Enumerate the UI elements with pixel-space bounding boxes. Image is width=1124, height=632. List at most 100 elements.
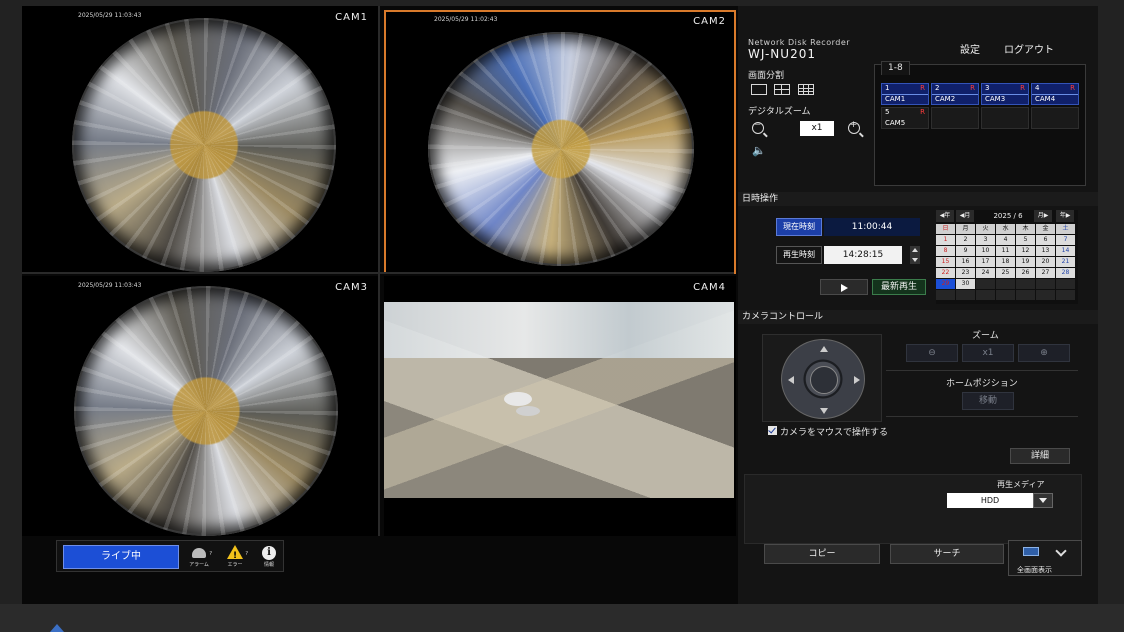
details-button[interactable]: 詳細	[1010, 448, 1070, 464]
ptz-down-icon[interactable]	[820, 408, 828, 414]
camera-view-cam1[interactable]: 2025/05/29 11:03:43 CAM1	[22, 6, 378, 272]
calendar-title: 2025 / 6	[993, 212, 1023, 220]
calendar-day[interactable]: 18	[996, 257, 1015, 267]
camera-view-cam3[interactable]: 2025/05/29 11:03:43 CAM3	[22, 276, 378, 536]
camera-view-cam2[interactable]: 2025/05/29 11:02:43 CAM2	[384, 10, 736, 274]
calendar-day[interactable]: 26	[1016, 268, 1035, 278]
calendar-day[interactable]: 16	[956, 257, 975, 267]
ptz-up-icon[interactable]	[820, 346, 828, 352]
channel-7[interactable]	[981, 107, 1029, 129]
settings-button[interactable]: 設定	[960, 41, 980, 56]
tab-1-8[interactable]: 1-8	[881, 61, 910, 75]
fullscreen-button[interactable]: 全画面表示	[1008, 540, 1082, 576]
ptz-right-icon[interactable]	[854, 376, 860, 384]
channel-4[interactable]: 4R CAM4	[1031, 83, 1079, 105]
live-button[interactable]: ライブ中	[63, 545, 179, 569]
calendar-day[interactable]: 23	[956, 268, 975, 278]
calendar-day[interactable]: 27	[1036, 268, 1055, 278]
camera-timestamp: 2025/05/29 11:03:43	[78, 12, 142, 19]
calendar-day[interactable]: 17	[976, 257, 995, 267]
time-spinner-icon[interactable]	[910, 246, 920, 264]
calendar-day[interactable]: 11	[996, 246, 1015, 256]
calendar-day[interactable]: 1	[936, 235, 955, 245]
calendar-day[interactable]: 28	[1056, 268, 1075, 278]
calendar-empty-cell	[1056, 290, 1075, 300]
channel-8[interactable]	[1031, 107, 1079, 129]
calendar-day[interactable]: 14	[1056, 246, 1075, 256]
calendar-day[interactable]: 25	[996, 268, 1015, 278]
chevron-down-icon	[1055, 545, 1067, 557]
layout-9-icon[interactable]	[798, 84, 814, 95]
home-position-label: ホームポジション	[946, 379, 1018, 389]
calendar-day[interactable]: 21	[1056, 257, 1075, 267]
camera-image	[384, 302, 734, 498]
alarm-button[interactable]: アラーム ?	[183, 543, 215, 571]
calendar-empty-cell	[1036, 279, 1055, 289]
channel-3[interactable]: 3R CAM3	[981, 83, 1029, 105]
playback-time-label: 再生時刻	[776, 246, 822, 264]
ptz-pad[interactable]	[762, 334, 882, 422]
copy-button[interactable]: コピー	[764, 544, 880, 564]
play-button[interactable]	[820, 279, 868, 295]
calendar-day[interactable]: 5	[1016, 235, 1035, 245]
next-year-button[interactable]: 年▶	[1056, 210, 1074, 222]
camera-label: CAM4	[693, 282, 726, 293]
mouse-control-label: カメラをマウスで操作する	[780, 428, 889, 438]
channel-6[interactable]	[931, 107, 979, 129]
channel-5[interactable]: 5R CAM5	[881, 107, 929, 129]
zoom-in-icon[interactable]: +	[848, 120, 860, 134]
digital-zoom-label: デジタルズーム	[748, 107, 811, 117]
chevron-down-icon[interactable]	[1033, 493, 1053, 508]
calendar-day[interactable]: 12	[1016, 246, 1035, 256]
calendar-day[interactable]: 6	[1036, 235, 1055, 245]
ptz-center-button[interactable]	[810, 366, 838, 394]
calendar-day[interactable]: 20	[1036, 257, 1055, 267]
channel-1[interactable]: 1R CAM1	[881, 83, 929, 105]
fisheye-image	[72, 18, 336, 272]
calendar-day[interactable]: 30	[956, 279, 975, 289]
channel-2[interactable]: 2R CAM2	[931, 83, 979, 105]
grid-divider	[22, 272, 734, 274]
calendar-day[interactable]: 13	[1036, 246, 1055, 256]
next-month-button[interactable]: 月▶	[1034, 210, 1052, 222]
layout-1-icon[interactable]	[751, 84, 767, 95]
calendar-day[interactable]: 3	[976, 235, 995, 245]
home-move-button[interactable]: 移動	[962, 392, 1014, 410]
info-button[interactable]: i 情報	[253, 543, 285, 571]
camera-view-cam4[interactable]: CAM4	[384, 276, 736, 536]
layout-4-icon[interactable]	[774, 84, 790, 95]
camera-timestamp: 2025/05/29 11:03:43	[78, 282, 142, 289]
divider	[886, 370, 1078, 371]
calendar-day[interactable]: 19	[1016, 257, 1035, 267]
calendar-weekday: 日	[936, 224, 955, 234]
prev-year-button[interactable]: ◀年	[936, 210, 954, 222]
calendar-day[interactable]: 29	[936, 279, 955, 289]
mouse-control-checkbox[interactable]	[768, 426, 777, 435]
error-button[interactable]: エラー ?	[219, 543, 251, 571]
ptz-zoom-out-button[interactable]: ⊖	[906, 344, 958, 362]
calendar-day[interactable]: 8	[936, 246, 955, 256]
calendar-empty-cell	[996, 279, 1015, 289]
calendar-weekday: 水	[996, 224, 1015, 234]
calendar-day[interactable]: 4	[996, 235, 1015, 245]
calendar-day[interactable]: 7	[1056, 235, 1075, 245]
ptz-zoom-in-button[interactable]: ⊕	[1018, 344, 1070, 362]
camera-label: CAM3	[335, 282, 368, 293]
calendar-day[interactable]: 2	[956, 235, 975, 245]
ptz-ring[interactable]	[781, 339, 865, 419]
speaker-icon[interactable]: 🔈	[752, 144, 766, 157]
search-button[interactable]: サーチ	[890, 544, 1004, 564]
media-select[interactable]: HDD	[947, 493, 1033, 508]
calendar-day[interactable]: 22	[936, 268, 955, 278]
calendar-day[interactable]: 15	[936, 257, 955, 267]
calendar-day[interactable]: 24	[976, 268, 995, 278]
prev-month-button[interactable]: ◀月	[956, 210, 974, 222]
calendar-day[interactable]: 10	[976, 246, 995, 256]
zoom-out-icon[interactable]: −	[752, 120, 764, 134]
logout-button[interactable]: ログアウト	[1004, 41, 1054, 56]
calendar-day[interactable]: 9	[956, 246, 975, 256]
playback-time-input[interactable]: 14:28:15	[824, 246, 902, 264]
control-panel: Network Disk Recorder WJ-NU201 設定 ログアウト …	[738, 6, 1098, 604]
latest-play-button[interactable]: 最新再生	[872, 279, 926, 295]
ptz-left-icon[interactable]	[788, 376, 794, 384]
